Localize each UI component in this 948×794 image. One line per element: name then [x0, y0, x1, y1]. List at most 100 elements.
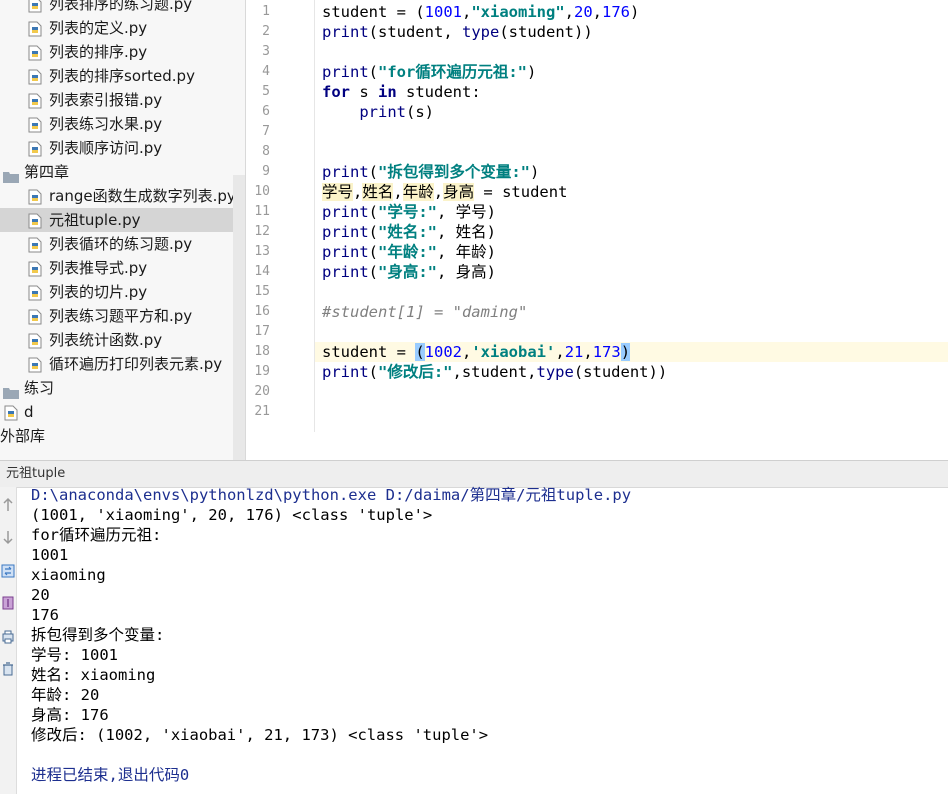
line-number: 10 — [254, 184, 270, 199]
code-line[interactable]: print("姓名:", 姓名) — [322, 222, 496, 242]
code-token: = student — [474, 183, 568, 201]
code-token: , — [353, 183, 363, 201]
tree-file[interactable]: 列表统计函数.py — [0, 328, 245, 352]
folder-icon — [3, 382, 19, 399]
tree-file[interactable]: range函数生成数字列表.py — [0, 184, 245, 208]
code-token: , 姓名) — [437, 223, 497, 241]
console-output-line: 修改后: (1002, 'xiaobai', 21, 173) <class '… — [31, 726, 489, 744]
code-token: 身高 — [443, 183, 475, 201]
console-output-line: 学号: 1001 — [31, 646, 118, 664]
up-arrow-icon[interactable] — [1, 497, 15, 513]
tree-file[interactable]: d — [0, 400, 245, 424]
tree-file[interactable]: 列表推导式.py — [0, 256, 245, 280]
python-file-icon — [4, 404, 18, 421]
tree-file[interactable]: 列表的排序sorted.py — [0, 64, 245, 88]
run-tab-title[interactable]: 元祖tuple — [6, 466, 65, 481]
tree-item-label: range函数生成数字列表.py — [49, 187, 236, 205]
code-line[interactable]: for s in student: — [322, 82, 481, 102]
python-file-icon — [28, 140, 42, 157]
code-token: , — [555, 343, 565, 361]
code-token: ( — [368, 203, 379, 221]
tree-scrollbar[interactable] — [233, 175, 245, 460]
line-number: 21 — [254, 404, 270, 419]
code-token: (student)) — [573, 363, 668, 381]
run-toolbar — [0, 487, 17, 794]
python-file-icon — [28, 284, 42, 301]
code-line[interactable]: #student[1] = "daming" — [322, 302, 527, 322]
line-number: 1 — [262, 4, 270, 19]
code-token: ( — [415, 343, 425, 361]
code-line[interactable]: student = (1001,"xiaoming",20,176) — [322, 2, 639, 22]
tree-file[interactable]: 循环遍历打印列表元素.py — [0, 352, 245, 376]
code-line[interactable]: print(s) — [322, 102, 434, 122]
tree-item-label: 列表的排序.py — [49, 43, 148, 61]
code-token: (student, — [368, 23, 462, 41]
console-output-line: (1001, 'xiaoming', 20, 176) <class 'tupl… — [31, 506, 433, 524]
tree-file[interactable]: 列表顺序访问.py — [0, 136, 245, 160]
code-token: "身高:" — [378, 263, 438, 281]
code-line[interactable]: print("修改后:",student,type(student)) — [322, 362, 667, 382]
tree-item-label: 外部库 — [0, 427, 46, 445]
code-token: student: — [396, 83, 481, 101]
tree-file[interactable]: 列表的排序.py — [0, 40, 245, 64]
code-line[interactable]: print("身高:", 身高) — [322, 262, 496, 282]
code-token: ( — [368, 63, 379, 81]
rerun-icon[interactable] — [1, 563, 15, 579]
tree-item-label: 列表排序的练习题.py — [49, 0, 193, 13]
code-token: type — [536, 363, 574, 381]
code-line[interactable]: print("for循环遍历元祖:") — [322, 62, 536, 82]
line-number: 15 — [254, 284, 270, 299]
code-line[interactable]: 学号,姓名,年龄,身高 = student — [322, 182, 567, 202]
tree-file[interactable]: 列表的切片.py — [0, 280, 245, 304]
console-output-line: 姓名: xiaoming — [31, 666, 156, 684]
code-token: (student)) — [499, 23, 593, 41]
tree-item-label: 列表的切片.py — [49, 283, 148, 301]
tree-file[interactable]: 列表索引报错.py — [0, 88, 245, 112]
code-token: ( — [368, 163, 379, 181]
tree-library[interactable]: 外部库 — [0, 424, 245, 448]
code-token: 1001 — [424, 3, 462, 21]
down-arrow-icon[interactable] — [1, 529, 15, 545]
run-panel-header[interactable]: 元祖tuple — [0, 460, 948, 488]
tree-file[interactable]: 元祖tuple.py — [0, 208, 245, 232]
tree-file[interactable]: 列表排序的练习题.py — [0, 0, 245, 16]
code-token: ( — [368, 223, 379, 241]
code-line[interactable]: student = (1002,'xiaobai',21,173) — [322, 342, 631, 362]
code-token: ( — [368, 263, 379, 281]
tree-file[interactable]: 列表的定义.py — [0, 16, 245, 40]
line-number: 7 — [262, 124, 270, 139]
line-number: 11 — [254, 204, 270, 219]
tree-file[interactable]: 列表练习题平方和.py — [0, 304, 245, 328]
tree-file[interactable]: 列表循环的练习题.py — [0, 232, 245, 256]
tree-file[interactable]: 列表练习水果.py — [0, 112, 245, 136]
print-icon[interactable] — [1, 629, 15, 645]
tree-folder[interactable]: 第四章 — [0, 160, 245, 184]
python-file-icon — [28, 20, 42, 37]
code-token: 'xiaobai' — [471, 343, 556, 361]
code-token: (s) — [406, 103, 434, 121]
code-line[interactable]: print("学号:", 学号) — [322, 202, 496, 222]
trash-icon[interactable] — [1, 661, 15, 677]
tree-item-label: d — [24, 403, 34, 421]
code-line[interactable]: print(student, type(student)) — [322, 22, 593, 42]
code-token: 1002 — [424, 343, 462, 361]
pin-icon[interactable] — [1, 595, 15, 611]
code-token: ( — [368, 363, 379, 381]
code-token: print — [322, 163, 369, 181]
line-number: 9 — [262, 164, 270, 179]
console-output-line: 176 — [31, 606, 59, 624]
code-line[interactable]: print("拆包得到多个变量:") — [322, 162, 539, 182]
code-token: ) — [620, 343, 631, 361]
tree-folder[interactable]: 练习 — [0, 376, 245, 400]
folder-icon — [3, 166, 19, 183]
code-token: , 学号) — [437, 203, 497, 221]
python-file-icon — [28, 308, 42, 325]
code-line[interactable]: print("年龄:", 年龄) — [322, 242, 496, 262]
tree-item-label: 第四章 — [24, 163, 70, 181]
line-number: 16 — [254, 304, 270, 319]
code-token: ) — [527, 63, 537, 81]
tree-item-label: 元祖tuple.py — [49, 211, 141, 229]
console-output-line: 身高: 176 — [31, 706, 109, 724]
console-output-line: 拆包得到多个变量: — [31, 626, 165, 644]
python-file-icon — [28, 212, 42, 229]
